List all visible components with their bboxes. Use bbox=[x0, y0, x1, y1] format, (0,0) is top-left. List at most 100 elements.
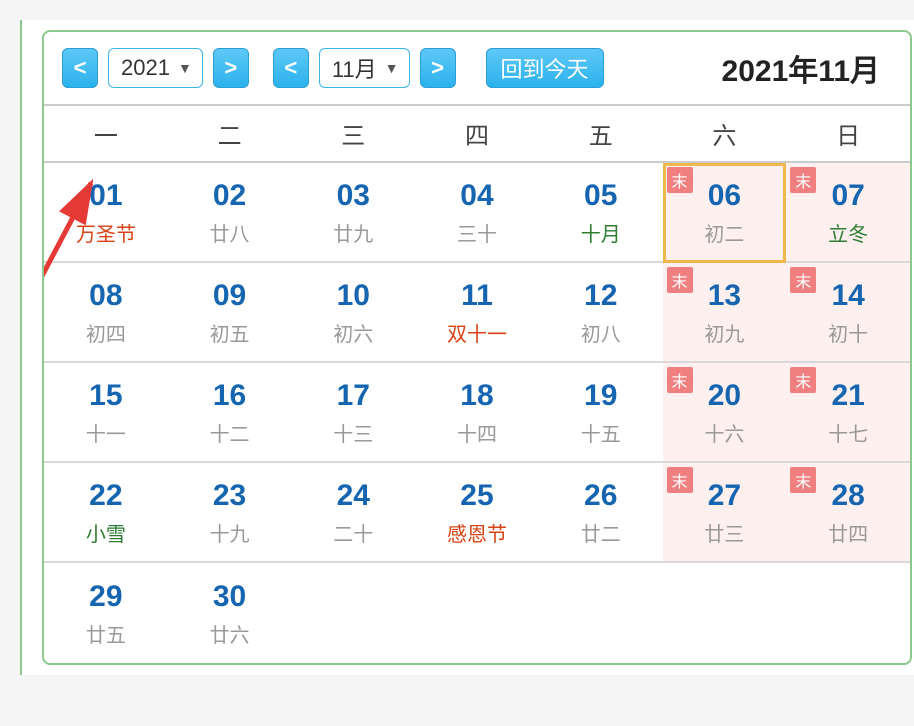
day-cell[interactable]: 末 14 初十 bbox=[786, 263, 910, 363]
day-number: 22 bbox=[89, 478, 122, 514]
day-number: 11 bbox=[461, 278, 493, 314]
day-cell-empty bbox=[663, 563, 787, 663]
day-cell[interactable]: 04 三十 bbox=[415, 163, 539, 263]
day-cell[interactable]: 08初四 bbox=[44, 263, 168, 363]
day-cell-empty bbox=[415, 563, 539, 663]
day-subtitle: 廿二 bbox=[581, 518, 621, 547]
day-subtitle: 初八 bbox=[581, 318, 621, 347]
weekday-thu: 四 bbox=[415, 106, 539, 161]
day-cell[interactable]: 末 27 廿三 bbox=[663, 463, 787, 563]
calendar-title: 2021年11月 bbox=[722, 46, 892, 90]
day-subtitle: 十三 bbox=[333, 418, 373, 447]
chevron-down-icon: ▼ bbox=[178, 60, 192, 76]
weekend-badge: 末 bbox=[667, 367, 693, 393]
next-month-button[interactable]: > bbox=[420, 48, 456, 88]
day-cell[interactable]: 末07立冬 bbox=[786, 163, 910, 263]
day-cell[interactable]: 19十五 bbox=[539, 363, 663, 463]
day-subtitle: 廿六 bbox=[210, 619, 250, 648]
day-cell-empty bbox=[786, 563, 910, 663]
chevron-down-icon: ▼ bbox=[385, 60, 399, 76]
weekday-fri: 五 bbox=[539, 106, 663, 161]
day-cell[interactable]: 23 十九 bbox=[168, 463, 292, 563]
day-subtitle: 十四 bbox=[457, 418, 497, 447]
day-cell[interactable]: 05十月 bbox=[539, 163, 663, 263]
day-cell[interactable]: 09初五 bbox=[168, 263, 292, 363]
day-number: 20 bbox=[708, 378, 741, 414]
weekend-badge: 末 bbox=[667, 167, 693, 193]
day-subtitle: 初二 bbox=[704, 218, 744, 247]
day-subtitle: 十七 bbox=[828, 418, 868, 447]
weekend-badge: 末 bbox=[790, 267, 816, 293]
day-subtitle: 小雪 bbox=[86, 518, 126, 547]
day-cell[interactable]: 02廿八 bbox=[168, 163, 292, 263]
day-number: 23 bbox=[213, 478, 246, 514]
day-subtitle: 三十 bbox=[457, 218, 497, 247]
day-subtitle: 十二 bbox=[210, 418, 250, 447]
day-subtitle: 十一 bbox=[86, 418, 126, 447]
next-year-button[interactable]: > bbox=[213, 48, 249, 88]
day-cell[interactable]: 29廿五 bbox=[44, 563, 168, 663]
day-number: 18 bbox=[460, 378, 493, 414]
calendar-toolbar: < 2021 ▼ > < 11月 ▼ > 回到今天 2021年11月 bbox=[44, 32, 910, 104]
day-number: 26 bbox=[584, 478, 617, 514]
prev-year-button[interactable]: < bbox=[62, 48, 98, 88]
weekday-tue: 二 bbox=[168, 106, 292, 161]
day-subtitle: 十九 bbox=[210, 518, 250, 547]
day-subtitle: 廿三 bbox=[704, 518, 744, 547]
prev-month-button[interactable]: < bbox=[273, 48, 309, 88]
calendar-container: < 2021 ▼ > < 11月 ▼ > 回到今天 2021年11月 一 二 三… bbox=[20, 20, 914, 675]
day-number: 25 bbox=[460, 478, 493, 514]
weekend-badge: 末 bbox=[667, 467, 693, 493]
month-select[interactable]: 11月 ▼ bbox=[319, 48, 410, 88]
day-number: 27 bbox=[708, 478, 741, 514]
day-number: 12 bbox=[584, 278, 617, 314]
day-cell[interactable]: 03廿九 bbox=[291, 163, 415, 263]
weekend-badge: 末 bbox=[790, 367, 816, 393]
year-select[interactable]: 2021 ▼ bbox=[108, 48, 203, 88]
day-number: 04 bbox=[460, 178, 493, 214]
day-subtitle: 初十 bbox=[828, 318, 868, 347]
day-cell[interactable]: 末 20 十六 bbox=[663, 363, 787, 463]
day-cell-empty bbox=[291, 563, 415, 663]
day-cell[interactable]: 11双十一 bbox=[415, 263, 539, 363]
weekday-wed: 三 bbox=[291, 106, 415, 161]
day-number: 08 bbox=[89, 278, 122, 314]
day-cell[interactable]: 末06初二 bbox=[663, 163, 787, 263]
day-cell[interactable]: 末 13 初九 bbox=[663, 263, 787, 363]
weekend-badge: 末 bbox=[790, 467, 816, 493]
day-subtitle: 廿四 bbox=[828, 518, 868, 547]
day-number: 17 bbox=[337, 378, 370, 414]
day-subtitle: 初六 bbox=[333, 318, 373, 347]
day-number: 13 bbox=[708, 278, 741, 314]
day-subtitle: 初九 bbox=[704, 318, 744, 347]
day-cell[interactable]: 18 十四 bbox=[415, 363, 539, 463]
day-number: 30 bbox=[213, 579, 246, 615]
day-cell[interactable]: 15十一 bbox=[44, 363, 168, 463]
day-cell-empty bbox=[539, 563, 663, 663]
day-number: 10 bbox=[337, 278, 370, 314]
day-cell[interactable]: 24二十 bbox=[291, 463, 415, 563]
day-cell[interactable]: 末28廿四 bbox=[786, 463, 910, 563]
day-cell[interactable]: 30 廿六 bbox=[168, 563, 292, 663]
day-cell[interactable]: 01 万圣节 bbox=[44, 163, 168, 263]
day-subtitle: 万圣节 bbox=[76, 218, 136, 247]
day-cell[interactable]: 17 十三 bbox=[291, 363, 415, 463]
day-subtitle: 十六 bbox=[704, 418, 744, 447]
day-cell[interactable]: 26 廿二 bbox=[539, 463, 663, 563]
weekday-mon: 一 bbox=[44, 106, 168, 161]
day-subtitle: 廿五 bbox=[86, 619, 126, 648]
weekday-sat: 六 bbox=[663, 106, 787, 161]
day-number: 02 bbox=[213, 178, 246, 214]
day-cell[interactable]: 末21十七 bbox=[786, 363, 910, 463]
weekend-badge: 末 bbox=[667, 267, 693, 293]
today-button[interactable]: 回到今天 bbox=[486, 48, 604, 88]
day-number: 01 bbox=[89, 178, 122, 214]
day-cell[interactable]: 25 感恩节 bbox=[415, 463, 539, 563]
day-number: 03 bbox=[337, 178, 370, 214]
day-cell[interactable]: 12 初八 bbox=[539, 263, 663, 363]
day-number: 14 bbox=[831, 278, 864, 314]
day-cell[interactable]: 16十二 bbox=[168, 363, 292, 463]
day-cell[interactable]: 22 小雪 bbox=[44, 463, 168, 563]
day-cell[interactable]: 10 初六 bbox=[291, 263, 415, 363]
day-subtitle: 感恩节 bbox=[447, 518, 507, 547]
